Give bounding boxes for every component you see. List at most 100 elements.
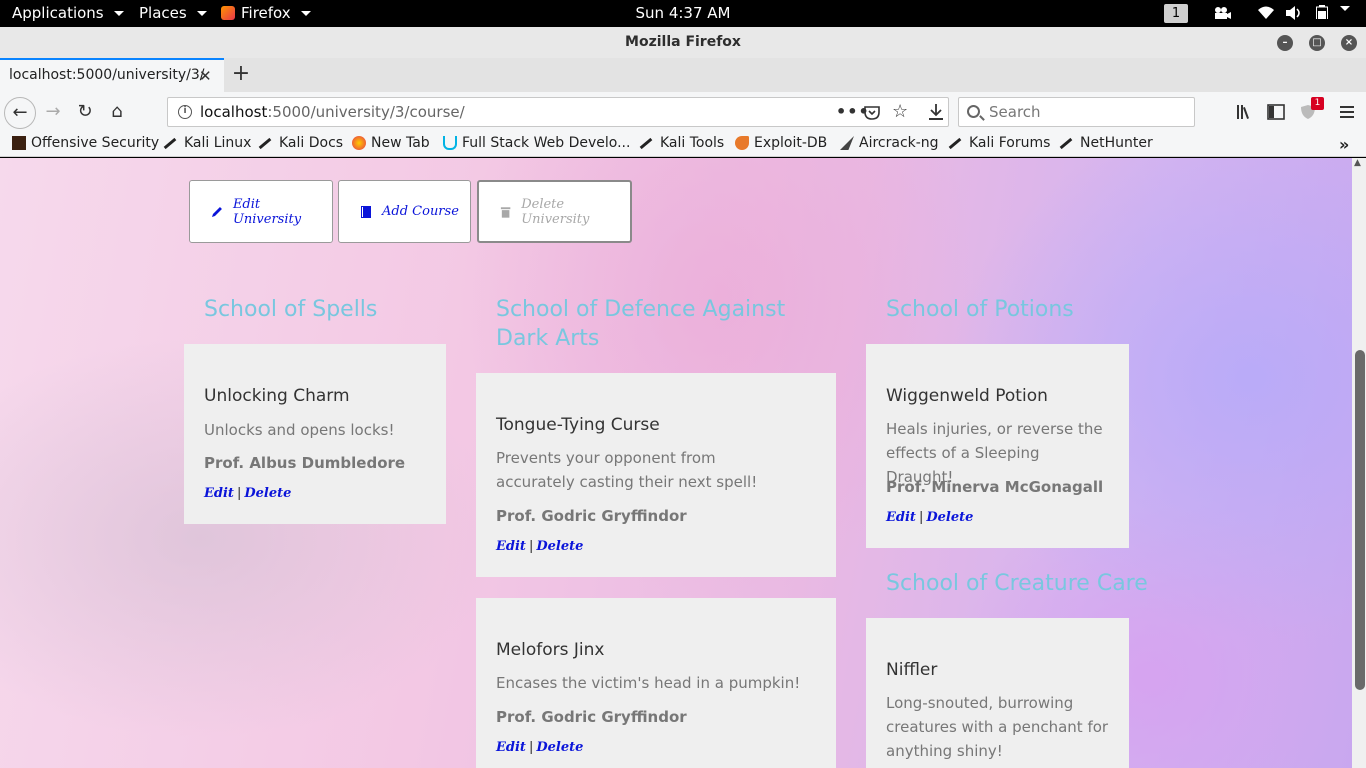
edit-course-link[interactable]: Edit [496, 539, 526, 554]
search-bar[interactable]: Search [958, 97, 1195, 127]
add-course-button[interactable]: Add Course [338, 180, 471, 243]
maximize-button[interactable]: □ [1309, 35, 1325, 51]
reload-button[interactable]: ↻ [72, 99, 98, 125]
link-separator: | [528, 740, 534, 755]
forward-button[interactable]: → [40, 99, 66, 125]
bookmark-label: Exploit-DB [754, 135, 828, 151]
course-actions: Edit | Delete [496, 539, 583, 554]
home-button[interactable]: ⌂ [104, 99, 130, 125]
new-tab-button[interactable]: + [230, 61, 252, 86]
sidebar-icon[interactable] [1267, 104, 1285, 120]
school-title: School of Creature Care [886, 571, 1148, 596]
search-icon [967, 105, 980, 118]
edit-university-button[interactable]: Edit University [189, 180, 333, 243]
delete-course-link[interactable]: Delete [926, 510, 973, 525]
tab-university-courses[interactable]: localhost:5000/university/3/ ✕ [0, 58, 224, 92]
aircrack-icon [840, 136, 854, 150]
course-actions: Edit | Delete [204, 486, 291, 501]
bookmark-nethunter[interactable]: NetHunter [1059, 135, 1153, 151]
udacity-icon [443, 136, 457, 150]
workspace-indicator[interactable]: 1 [1164, 4, 1188, 23]
wifi-icon[interactable] [1258, 6, 1274, 20]
close-icon[interactable]: ✕ [199, 67, 212, 85]
battery-icon[interactable] [1316, 5, 1328, 19]
clock[interactable]: Sun 4:37 AM [0, 4, 1366, 22]
bookmark-label: NetHunter [1080, 135, 1153, 151]
course-actions: Edit | Delete [496, 740, 583, 755]
minimize-button[interactable]: – [1277, 35, 1293, 51]
link-separator: | [236, 486, 242, 501]
window-title: Mozilla Firefox [625, 34, 741, 50]
edit-university-label: Edit University [232, 196, 302, 227]
course-card: Unlocking Charm Unlocks and opens locks!… [184, 344, 446, 524]
course-description: Long-snouted, burrowing creatures with a… [886, 694, 1109, 760]
edit-course-link[interactable]: Edit [496, 740, 526, 755]
bookmark-kali-forums[interactable]: Kali Forums [948, 135, 1050, 151]
tab-label: localhost:5000/university/3/ [9, 67, 205, 83]
course-description: Prevents your opponent from accurately c… [496, 449, 758, 491]
kali-dragon-icon [258, 137, 272, 149]
url-host: localhost [200, 103, 268, 121]
delete-course-link[interactable]: Delete [244, 486, 291, 501]
bookmark-label: Aircrack-ng [859, 135, 939, 151]
info-icon[interactable]: i [178, 105, 192, 119]
firefox-icon [352, 136, 366, 150]
download-icon[interactable] [928, 103, 944, 121]
kali-dragon-icon [639, 137, 653, 149]
url-bar[interactable]: i localhost:5000/university/3/course/ ••… [167, 97, 949, 127]
delete-course-link[interactable]: Delete [536, 740, 583, 755]
system-top-bar: Applications Places Firefox Sun 4:37 AM … [0, 0, 1366, 27]
edit-course-link[interactable]: Edit [204, 486, 234, 501]
course-card: Melofors Jinx Encases the victim's head … [476, 598, 836, 768]
book-icon [361, 205, 371, 218]
page-scrollbar[interactable]: ▲ [1352, 158, 1366, 768]
back-button[interactable]: ← [4, 97, 36, 129]
link-separator: | [918, 510, 924, 525]
course-name: Unlocking Charm [204, 386, 350, 406]
link-separator: | [528, 539, 534, 554]
course-professor: Prof. Albus Dumbledore [204, 454, 406, 472]
system-menu[interactable] [1336, 6, 1350, 11]
bookmark-offensive-security[interactable]: Offensive Security [12, 135, 159, 151]
course-card: Wiggenweld Potion Heals injuries, or rev… [866, 344, 1129, 548]
bookmarks-toolbar: Offensive Security Kali Linux Kali Docs … [0, 132, 1366, 157]
course-name: Tongue-Tying Curse [496, 415, 660, 435]
bookmark-kali-docs[interactable]: Kali Docs [258, 135, 343, 151]
exploit-db-icon [735, 136, 749, 150]
kali-dragon-icon [948, 137, 962, 149]
bookmark-label: Kali Linux [184, 135, 252, 151]
scroll-up-icon[interactable]: ▲ [1354, 158, 1361, 168]
trash-icon [500, 206, 511, 218]
course-professor: Prof. Godric Gryffindor [496, 708, 687, 726]
pocket-icon[interactable] [864, 105, 880, 120]
navigation-toolbar: ← → ↻ ⌂ i localhost:5000/university/3/co… [0, 92, 1366, 132]
course-actions: Edit | Delete [886, 510, 973, 525]
bookmark-kali-linux[interactable]: Kali Linux [163, 135, 251, 151]
close-window-button[interactable]: × [1341, 35, 1357, 51]
bookmark-aircrack-ng[interactable]: Aircrack-ng [840, 135, 939, 151]
add-course-label: Add Course [382, 204, 459, 219]
volume-icon[interactable] [1286, 6, 1302, 20]
bookmark-label: Kali Forums [969, 135, 1051, 151]
notification-badge: 1 [1311, 97, 1324, 110]
bookmarks-overflow-icon[interactable]: » [1339, 135, 1349, 154]
delete-university-button[interactable]: Delete University [477, 180, 632, 243]
course-name: Wiggenweld Potion [886, 386, 1048, 406]
bookmark-kali-tools[interactable]: Kali Tools [639, 135, 724, 151]
bookmark-label: Full Stack Web Develo... [462, 135, 631, 151]
library-icon[interactable] [1236, 104, 1254, 120]
edit-course-link[interactable]: Edit [886, 510, 916, 525]
delete-course-link[interactable]: Delete [536, 539, 583, 554]
bookmark-star-icon[interactable]: ☆ [892, 98, 908, 126]
bookmark-exploit-db[interactable]: Exploit-DB [735, 135, 827, 151]
scrollbar-thumb[interactable] [1355, 350, 1365, 690]
hamburger-menu-icon[interactable] [1339, 104, 1355, 120]
bookmark-full-stack[interactable]: Full Stack Web Develo... [443, 135, 630, 151]
bookmark-new-tab[interactable]: New Tab [352, 135, 430, 151]
pencil-icon [211, 206, 222, 217]
kali-dragon-icon [163, 137, 177, 149]
window-titlebar: Mozilla Firefox – □ × [0, 27, 1366, 58]
course-professor: Prof. Minerva McGonagall [886, 478, 1104, 496]
camera-icon[interactable] [1213, 6, 1231, 20]
search-placeholder: Search [989, 103, 1041, 121]
